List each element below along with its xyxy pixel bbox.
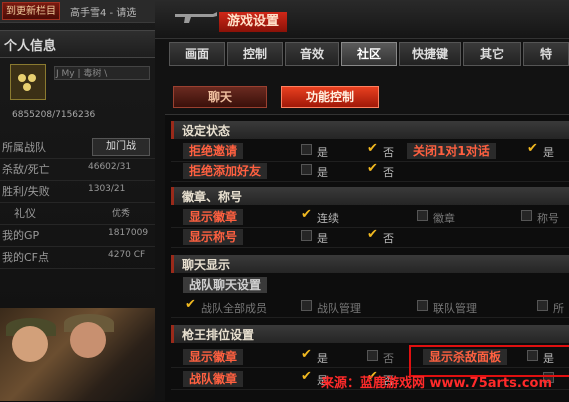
reject-friend-label: 拒绝添加好友 (183, 163, 268, 179)
option-title: 称号 (537, 212, 559, 225)
title-checkbox[interactable] (521, 210, 532, 221)
stat-value: 46602/31 (88, 162, 132, 172)
stat-key: 我的GP (2, 229, 40, 242)
stat-row: 我的GP 1817009 (0, 224, 160, 247)
badge-checkbox[interactable] (417, 210, 428, 221)
section-rank-label: 枪王排位设置 (182, 328, 255, 342)
top-tab[interactable]: 到更新栏目 (2, 2, 60, 20)
join-team-button[interactable]: 加门战 (92, 138, 150, 156)
section-chat-display: 聊天显示 (171, 255, 569, 273)
stat-value: 1817009 (108, 228, 149, 238)
gun-icon (175, 12, 217, 23)
tab-hotkeys[interactable]: 快捷键 (399, 42, 461, 66)
section-status: 设定状态 (171, 121, 569, 139)
option-yes: 是 (543, 146, 554, 159)
stat-row: 杀敌/死亡 46602/31 (0, 158, 160, 181)
option-no: 否 (383, 232, 394, 245)
exp-value: 6855208/7156236 (12, 110, 96, 120)
chat-subtab-button[interactable]: 聊天 (173, 86, 267, 108)
tab-other[interactable]: 其它 (463, 42, 521, 66)
settings-content: 设定状态 拒绝邀请 是 ✔ 否 关闭1对1对话 ✔ 是 拒绝添加好友 是 ✔ 否… (165, 114, 569, 402)
stat-key: 所属战队 (2, 141, 46, 154)
option-team-manage: 战队管理 (317, 302, 361, 315)
stat-key: 胜利/失败 (2, 185, 50, 198)
stat-key: 杀敌/死亡 (2, 163, 50, 176)
stat-row: 礼仪 优秀 (0, 202, 160, 225)
reject-friend-yes-checkbox[interactable] (301, 164, 312, 175)
dialog-title: 游戏设置 (219, 12, 288, 32)
stat-row: 胜利/失败 1303/21 (0, 180, 160, 203)
tab-special[interactable]: 特 (523, 42, 569, 66)
rank-badge-no-checkbox[interactable] (367, 350, 378, 361)
dialog-title-bar: 游戏设置 (155, 0, 569, 39)
profile-header: 个人信息 (0, 30, 160, 58)
tab-audio[interactable]: 音效 (285, 42, 339, 66)
settings-tabs: 画面 控制 音效 社区 快捷键 其它 特 (169, 42, 569, 66)
option-badge: 徽章 (433, 212, 455, 225)
check-icon[interactable]: ✔ (367, 227, 378, 242)
show-title-yes-checkbox[interactable] (301, 230, 312, 241)
close-1v1-label: 关闭1对1对话 (407, 143, 496, 159)
team-manage-checkbox[interactable] (301, 300, 312, 311)
stat-row: 我的CF点 4270 CF (0, 246, 160, 269)
alliance-manage-checkbox[interactable] (417, 300, 428, 311)
stat-value: 优秀 (112, 209, 131, 219)
stat-value: 1303/21 (88, 184, 126, 194)
rank-text: J My | 毒树 \ (56, 69, 108, 79)
tab-community[interactable]: 社区 (341, 42, 397, 66)
rank-team-label: 战队徽章 (183, 371, 244, 387)
character-image (0, 308, 160, 401)
show-title-label: 显示称号 (183, 229, 244, 245)
top-text: 高手雪4 - 请选 (70, 8, 137, 19)
row-reject-friend: 拒绝添加好友 是 ✔ 否 (171, 161, 569, 182)
stat-row: 所属战队 加门战 (0, 136, 160, 159)
show-badge-label: 显示徽章 (183, 209, 244, 225)
section-rank-settings: 枪王排位设置 (171, 325, 569, 343)
check-icon[interactable]: ✔ (367, 141, 378, 156)
check-icon[interactable]: ✔ (301, 369, 312, 384)
check-icon[interactable]: ✔ (527, 141, 538, 156)
rank-badge-label: 显示徽章 (183, 349, 244, 365)
row-show-title: 显示称号 是 ✔ 否 (171, 227, 569, 248)
reject-invite-label: 拒绝邀请 (183, 143, 244, 159)
option-yes: 是 (317, 232, 328, 245)
left-top-bar: 到更新栏目 高手雪4 - 请选 (0, 0, 160, 23)
option-alliance-manage: 联队管理 (433, 302, 477, 315)
option-yes: 是 (317, 352, 328, 365)
check-icon[interactable]: ✔ (367, 161, 378, 176)
function-control-subtab-button[interactable]: 功能控制 (281, 86, 379, 108)
team-chat-label: 战队聊天设置 (183, 277, 268, 293)
row-team-chat: 战队聊天设置 (171, 275, 569, 295)
row-show-badge: 显示徽章 ✔ 连续 徽章 称号 (171, 207, 569, 228)
reject-invite-yes-checkbox[interactable] (301, 144, 312, 155)
option-no: 否 (383, 146, 394, 159)
other-checkbox[interactable] (537, 300, 548, 311)
option-yes: 是 (317, 146, 328, 159)
row-reject-invite: 拒绝邀请 是 ✔ 否 关闭1对1对话 ✔ 是 (171, 141, 569, 162)
source-watermark: 来源：蓝鹿游戏网 www.75arts.com (321, 376, 553, 391)
option-yes: 是 (317, 166, 328, 179)
tab-graphics[interactable]: 画面 (169, 42, 225, 66)
section-badge-label: 徽章、称号 (182, 190, 243, 204)
section-badge-title: 徽章、称号 (171, 187, 569, 205)
left-profile-panel: 到更新栏目 高手雪4 - 请选 个人信息 J My | 毒树 \ 6855208… (0, 0, 160, 401)
check-icon[interactable]: ✔ (301, 207, 312, 222)
stat-key: 我的CF点 (2, 251, 50, 264)
section-chat-label: 聊天显示 (182, 258, 231, 272)
stat-value: 4270 CF (108, 250, 146, 260)
option-all-members: 战队全部成员 (201, 302, 267, 315)
option-other: 所 (553, 302, 564, 315)
check-icon[interactable]: ✔ (185, 297, 196, 312)
section-status-label: 设定状态 (182, 124, 231, 138)
option-continuous: 连续 (317, 212, 339, 225)
row-chat-options: ✔ 战队全部成员 战队管理 联队管理 所 (171, 297, 569, 318)
check-icon[interactable]: ✔ (301, 347, 312, 362)
option-no: 否 (383, 352, 394, 365)
profile-header-label: 个人信息 (4, 39, 57, 54)
option-no: 否 (383, 166, 394, 179)
stat-key: 礼仪 (14, 207, 36, 220)
tab-controls[interactable]: 控制 (227, 42, 283, 66)
rank-icon (10, 64, 46, 100)
game-settings-dialog: 游戏设置 画面 控制 音效 社区 快捷键 其它 特 聊天 功能控制 设定状态 拒… (155, 0, 569, 402)
